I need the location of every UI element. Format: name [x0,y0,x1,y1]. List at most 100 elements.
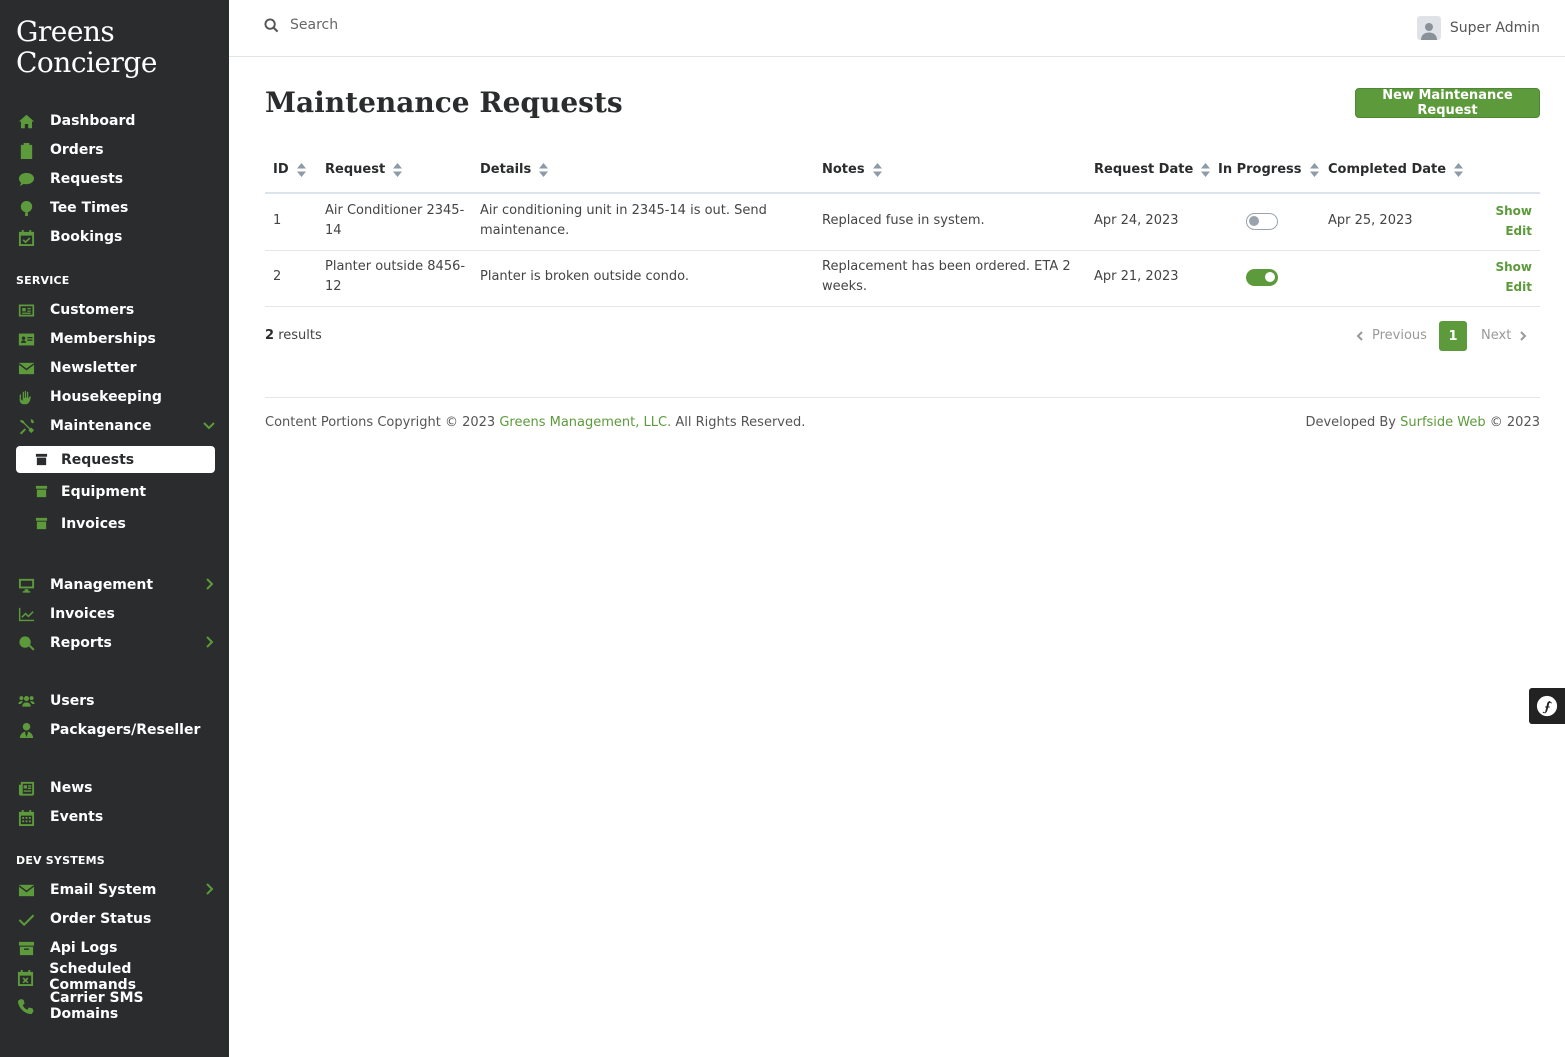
cell-text-line: 14 [325,223,342,238]
cell-details: Air conditioning unit in 2345-14 is out.… [480,201,767,241]
search-input[interactable]: Search [290,17,338,33]
surfside-web-link[interactable]: Surfside Web [1400,415,1486,430]
edit-link[interactable]: Edit [1505,280,1532,294]
search-box[interactable]: Search [264,17,338,33]
pagination-next-label: Next [1481,328,1512,343]
footer-text: All Rights Reserved. [675,415,806,430]
sidebar-item-label: Requests [50,171,124,187]
cell-text-line: Planter outside 8456- [325,259,466,274]
sort-icon [1454,162,1464,177]
column-header-request-date[interactable]: Request Date [1094,162,1211,177]
column-header-label: Request [325,162,386,177]
tools-icon [16,417,36,435]
sidebar-item-label: Scheduled Commands [49,961,137,993]
in-progress-toggle[interactable] [1246,213,1278,230]
sidebar-item-label: Email System [50,882,157,898]
chevron-right-icon [1520,330,1527,341]
sidebar-item-management[interactable]: Management [16,572,216,598]
sidebar-item-label: Bookings [50,229,123,245]
column-header-in-progress[interactable]: In Progress [1218,162,1319,177]
results-label: results [278,328,322,343]
greens-management-link[interactable]: Greens Management, LLC. [499,415,671,430]
sidebar-item-customers[interactable]: Customers [16,297,216,323]
column-header-label: Notes [822,162,865,177]
column-header-completed-date[interactable]: Completed Date [1328,162,1464,177]
cell-text-line: weeks. [822,279,868,294]
phone-icon [16,997,36,1015]
sidebar-subitem-requests[interactable]: Requests [16,446,215,473]
clipboard-icon [16,141,36,159]
show-link[interactable]: Show [1495,260,1532,274]
sidebar-item-reports[interactable]: Reports [16,630,216,656]
sidebar-item-invoices[interactable]: Invoices [16,601,216,627]
desktop-icon [16,576,36,594]
sidebar-item-label: Dashboard [50,113,136,129]
sidebar-item-orders[interactable]: Orders [16,137,216,163]
hands-icon [16,388,36,406]
cell-request: Planter outside 8456- 12 [325,257,465,297]
sidebar-item-order-status[interactable]: Order Status [16,906,216,932]
section-label-dev-systems: DEV SYSTEMS [16,854,105,867]
cell-details: Planter is broken outside condo. [480,269,689,284]
column-header-details[interactable]: Details [480,162,549,177]
sidebar-item-maintenance[interactable]: Maintenance [16,413,216,439]
calendar-icon [16,808,36,826]
pagination-page-current[interactable]: 1 [1439,321,1467,351]
sidebar-item-dashboard[interactable]: Dashboard [16,108,216,134]
sidebar-item-requests[interactable]: Requests [16,166,216,192]
envelope-icon [16,359,36,377]
pagination-previous[interactable]: Previous [1355,328,1427,343]
sidebar-item-scheduled-commands[interactable]: Scheduled Commands [16,961,216,993]
sidebar-item-email-system[interactable]: Email System [16,877,216,903]
sidebar-item-carrier-sms-domains[interactable]: Carrier SMS Domains [16,990,216,1022]
chart-line-icon [16,605,36,623]
sidebar-item-label: Api Logs [50,940,118,956]
user-tie-icon [16,721,36,739]
row-divider [265,306,1540,307]
user-menu[interactable]: Super Admin [1416,16,1540,40]
in-progress-toggle[interactable] [1246,269,1278,286]
cell-text-line: Replacement has been ordered. ETA 2 [822,259,1071,274]
column-header-label: ID [273,162,289,177]
sidebar-item-newsletter[interactable]: Newsletter [16,355,216,381]
box-icon [35,517,49,531]
edit-link[interactable]: Edit [1505,224,1532,238]
id-card-icon [16,301,36,319]
envelope-icon [16,881,36,899]
sidebar-item-label: Users [50,693,95,709]
users-icon [16,692,36,710]
column-header-id[interactable]: ID [273,162,306,177]
sidebar-item-memberships[interactable]: Memberships [16,326,216,352]
sort-icon [1201,162,1211,177]
cell-request-date: Apr 21, 2023 [1094,269,1179,284]
column-header-label: Completed Date [1328,162,1447,177]
sidebar-subitem-label: Requests [61,451,135,468]
column-header-notes[interactable]: Notes [822,162,882,177]
cell-id: 2 [273,269,282,284]
footer-copyright: Content Portions Copyright © 2023 Greens… [265,415,805,430]
column-header-label: In Progress [1218,162,1302,177]
sidebar-item-events[interactable]: Events [16,804,216,830]
user-name: Super Admin [1449,20,1540,36]
sidebar-item-news[interactable]: News [16,775,216,801]
symfony-icon [1536,695,1558,717]
sidebar-item-housekeeping[interactable]: Housekeeping [16,384,216,410]
sidebar-subitem-invoices[interactable]: Invoices [16,510,215,537]
show-link[interactable]: Show [1495,204,1532,218]
sidebar-item-packagers-reseller[interactable]: Packagers/Reseller [16,717,216,743]
sidebar-item-users[interactable]: Users [16,688,216,714]
sidebar-item-api-logs[interactable]: Api Logs [16,935,216,961]
sidebar-subitem-equipment[interactable]: Equipment [16,478,215,505]
section-label-service: SERVICE [16,274,70,287]
brand-line-2: Concierge [16,46,157,79]
sidebar-item-tee-times[interactable]: Tee Times [16,195,216,221]
chevron-right-icon [202,635,216,649]
new-maintenance-request-button[interactable]: New Maintenance Request [1355,88,1540,118]
brand-logo[interactable]: Greens Concierge [16,16,157,78]
symfony-toolbar-toggle[interactable] [1529,688,1565,724]
pagination-next[interactable]: Next [1481,328,1528,343]
sidebar-item-bookings[interactable]: Bookings [16,224,216,250]
column-header-request[interactable]: Request [325,162,403,177]
home-icon [16,112,36,130]
sidebar-item-label: Order Status [50,911,152,927]
